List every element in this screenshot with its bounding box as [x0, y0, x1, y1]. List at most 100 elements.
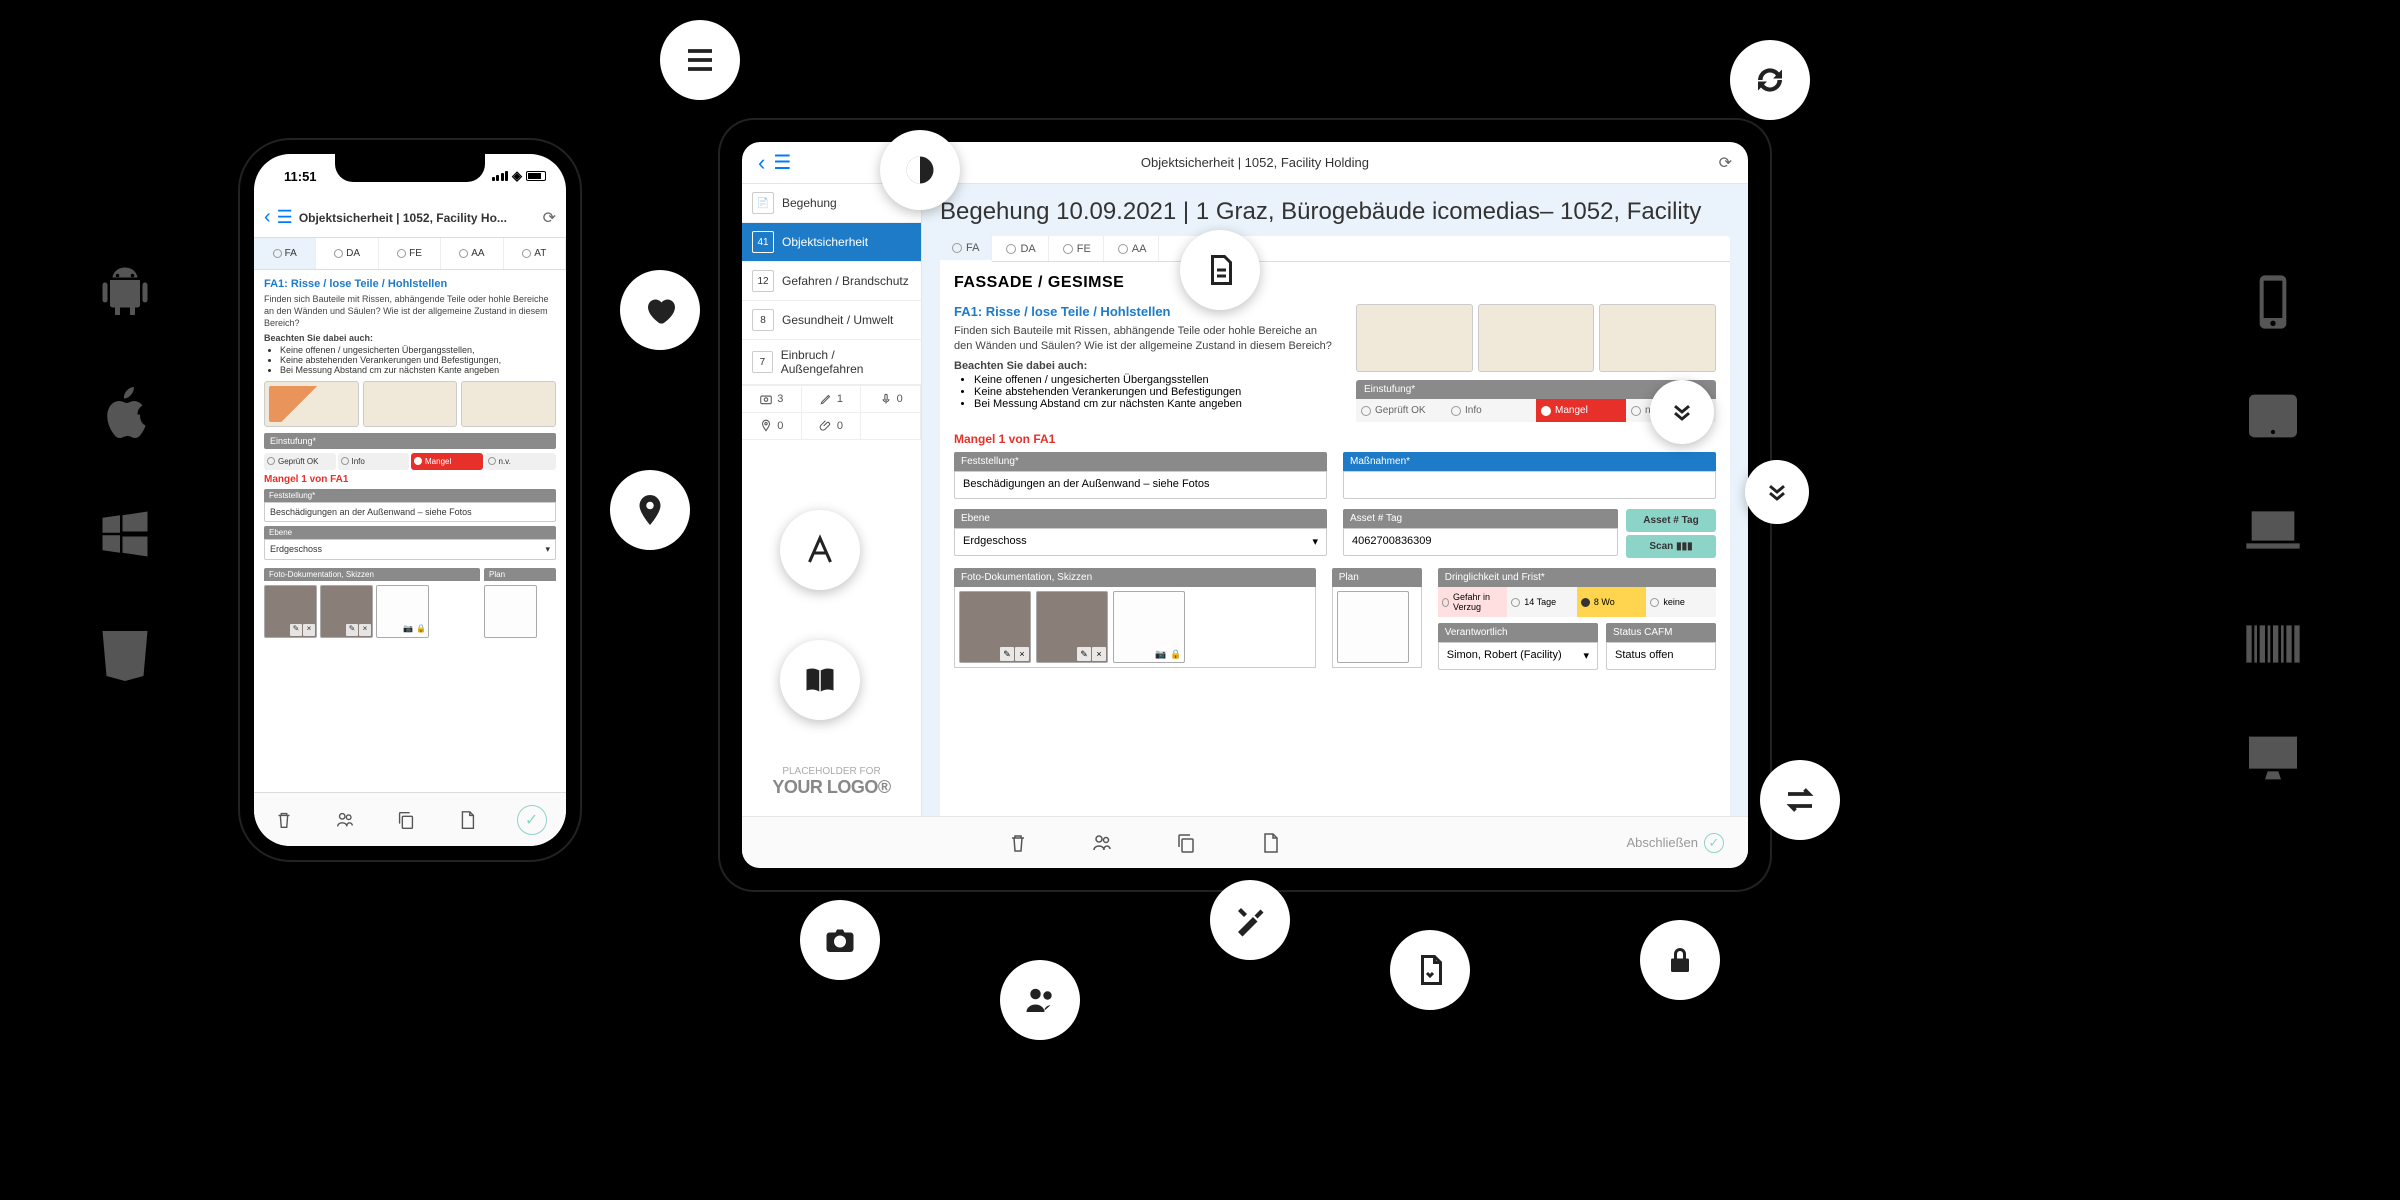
sync-icon[interactable]: ⟳: [543, 208, 556, 228]
trash-icon[interactable]: [273, 809, 295, 831]
callout-pdf: [1390, 930, 1470, 1010]
callout-expand: [1650, 380, 1714, 444]
sync-icon[interactable]: ⟳: [1719, 153, 1732, 173]
users-icon[interactable]: [1090, 831, 1114, 855]
feststellung-value[interactable]: Beschädigungen an der Außenwand – siehe …: [954, 471, 1327, 499]
asset-value[interactable]: 4062700836309: [1343, 528, 1618, 556]
opt-14[interactable]: 14 Tage: [1507, 587, 1577, 617]
add-photo[interactable]: 📷🔒: [376, 585, 429, 638]
sidebar-item-einbruch[interactable]: 7Einbruch / Außengefahren: [742, 340, 921, 385]
phone-tabs: FA DA FE AA AT: [254, 238, 566, 270]
callout-contrast: [880, 130, 960, 210]
tab-aa[interactable]: AA: [441, 238, 503, 269]
platform-icons: [95, 260, 155, 686]
opt-geprueft[interactable]: Geprüft OK: [264, 453, 336, 470]
dring-opts: Gefahr in Verzug 14 Tage 8 Wo keine: [1438, 587, 1716, 617]
opt-mangel[interactable]: Mangel: [1536, 399, 1626, 422]
font-icon: [802, 532, 838, 568]
sidebar-item-objektsicherheit[interactable]: 41Objektsicherheit: [742, 223, 921, 262]
verant-select[interactable]: Simon, Robert (Facility)▾: [1438, 642, 1598, 670]
massnahmen-value[interactable]: [1343, 471, 1716, 499]
tab-da[interactable]: DA: [316, 238, 378, 269]
ebene-select[interactable]: Erdgeschoss▾: [264, 539, 556, 560]
ctab-da[interactable]: DA: [994, 236, 1048, 261]
back-icon[interactable]: ‹: [264, 206, 271, 229]
dring-label: Dringlichkeit und Frist*: [1438, 568, 1716, 587]
plan-thumb[interactable]: [1337, 591, 1409, 663]
barcode-icon: ▮▮▮: [1676, 541, 1693, 552]
copy-icon[interactable]: [1174, 831, 1198, 855]
phone-bottombar: ✓: [254, 792, 566, 846]
pdf-icon: [1412, 952, 1448, 988]
ctab-fa[interactable]: FA: [940, 236, 992, 262]
tools-icon: [1232, 902, 1268, 938]
trash-icon[interactable]: [1006, 831, 1030, 855]
done-button[interactable]: ✓: [517, 805, 547, 835]
apple-icon: [95, 382, 155, 442]
sidebar-item-gefahren[interactable]: 12Gefahren / Brandschutz: [742, 262, 921, 301]
tab-fa[interactable]: FA: [254, 238, 316, 269]
photo-thumb[interactable]: ✎×: [320, 585, 373, 638]
list-icon[interactable]: ☰: [773, 150, 791, 175]
einstufung-label: Einstufung*: [264, 433, 556, 449]
chevron-down-icon: ▾: [545, 544, 550, 555]
plan-thumb[interactable]: [484, 585, 537, 638]
feststellung-label: Feststellung*: [264, 489, 556, 502]
thumb: [264, 381, 359, 427]
ebene-select[interactable]: Erdgeschoss▾: [954, 528, 1327, 556]
sidebar-item-gesundheit[interactable]: 8Gesundheit / Umwelt: [742, 301, 921, 340]
tablet-device-icon: [2241, 384, 2305, 448]
photo-thumb[interactable]: ✎×: [264, 585, 317, 638]
opt-geprueft[interactable]: Geprüft OK: [1356, 399, 1446, 422]
fa-desc: Finden sich Bauteile mit Rissen, abhänge…: [264, 293, 556, 329]
ebene-label: Ebene: [954, 509, 1327, 528]
stat-pin: 0: [742, 413, 802, 440]
tab-at[interactable]: AT: [504, 238, 566, 269]
tablet-bottombar: Abschließen✓: [742, 816, 1748, 868]
thumb: [1478, 304, 1595, 372]
stat-camera: 3: [742, 386, 802, 413]
pdf-icon[interactable]: [456, 809, 478, 831]
photo-thumb[interactable]: ✎×: [1036, 591, 1108, 663]
asset-btn[interactable]: Asset # Tag: [1626, 509, 1716, 532]
callout-expand2: [1745, 460, 1809, 524]
stat-clip: 0: [802, 413, 862, 440]
camera-icon: [822, 922, 858, 958]
photo-thumb[interactable]: ✎×: [959, 591, 1031, 663]
add-photo[interactable]: 📷🔒: [1113, 591, 1185, 663]
t-fa-title: FA1: Risse / lose Teile / Hohlstellen: [954, 304, 1338, 319]
t-fa-desc: Finden sich Bauteile mit Rissen, abhänge…: [954, 324, 1338, 355]
callout-doc: [1180, 230, 1260, 310]
illustration-thumbs: [264, 381, 556, 427]
tablet-mockup: ‹ ☰ Objektsicherheit | 1052, Facility Ho…: [720, 120, 1770, 890]
android-icon: [95, 260, 155, 320]
opt-mangel[interactable]: Mangel: [411, 453, 483, 470]
pdf-icon[interactable]: [1258, 831, 1282, 855]
list-icon[interactable]: ☰: [277, 207, 293, 228]
back-icon[interactable]: ‹: [758, 150, 765, 176]
photo-label: Foto-Dokumentation, Skizzen: [264, 568, 480, 581]
thumb: [1599, 304, 1716, 372]
opt-info[interactable]: Info: [338, 453, 410, 470]
opt-8wo[interactable]: 8 Wo: [1577, 587, 1647, 617]
scan-btn[interactable]: Scan ▮▮▮: [1626, 535, 1716, 558]
opt-nv[interactable]: n.v.: [485, 453, 557, 470]
feststellung-value[interactable]: Beschädigungen an der Außenwand – siehe …: [264, 502, 556, 522]
phone-body: FA1: Risse / lose Teile / Hohlstellen Fi…: [254, 270, 566, 792]
opt-info[interactable]: Info: [1446, 399, 1536, 422]
tab-fe[interactable]: FE: [379, 238, 441, 269]
windows-icon: [95, 504, 155, 564]
opt-keine[interactable]: keine: [1646, 587, 1716, 617]
content-area: Begehung 10.09.2021 | 1 Graz, Bürogebäud…: [922, 184, 1748, 816]
desktop-device-icon: [2241, 726, 2305, 790]
close-button[interactable]: Abschließen✓: [1626, 833, 1724, 853]
users-icon[interactable]: [334, 809, 356, 831]
document-icon: [1202, 252, 1238, 288]
ctab-aa[interactable]: AA: [1106, 236, 1160, 261]
begehung-title: Begehung 10.09.2021 | 1 Graz, Bürogebäud…: [940, 198, 1730, 226]
ebene-label: Ebene: [264, 526, 556, 539]
ctab-fe[interactable]: FE: [1051, 236, 1104, 261]
opt-danger[interactable]: Gefahr in Verzug: [1438, 587, 1508, 617]
copy-icon[interactable]: [395, 809, 417, 831]
thumb: [461, 381, 556, 427]
